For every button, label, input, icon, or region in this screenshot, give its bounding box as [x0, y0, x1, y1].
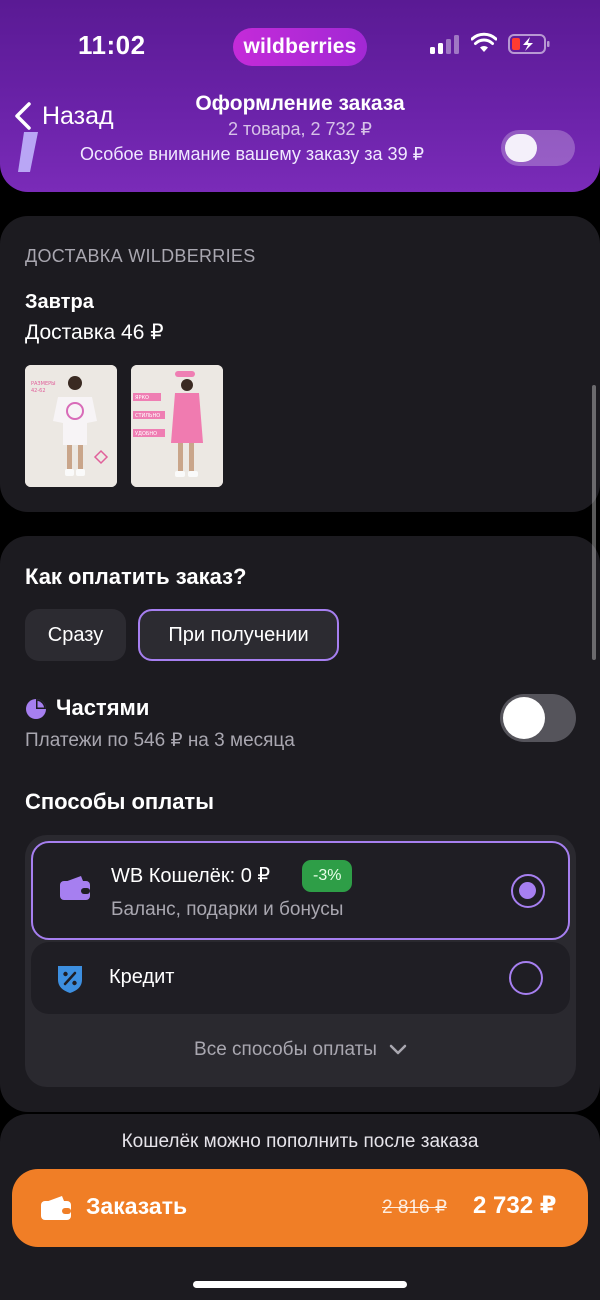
product-thumb-pink-dress[interactable]: ЯРКО СТИЛЬНО УДОБНО — [131, 365, 223, 487]
pie-chart-icon — [26, 699, 46, 719]
wb-wallet-radio[interactable] — [511, 874, 545, 908]
cellular-signal-icon — [430, 34, 460, 54]
credit-percent-shield-icon — [58, 966, 82, 993]
payment-methods-list: WB Кошелёк: 0 ₽ -3% Баланс, подарки и бо… — [25, 835, 576, 1087]
wifi-icon — [471, 32, 497, 52]
payment-card: Как оплатить заказ? Сразу При получении … — [0, 536, 600, 1112]
toggle-knob — [503, 697, 545, 739]
promo-label-line3: УДОБНО — [135, 431, 157, 437]
all-payment-methods-button[interactable]: Все способы оплаты — [25, 1039, 576, 1061]
payment-methods-title: Способы оплаты — [25, 789, 214, 814]
product-photo: РАЗМЕРЫ 42-62 — [25, 365, 117, 487]
delivery-caption: ДОСТАВКА WILDBERRIES — [25, 246, 256, 266]
delivery-day: Завтра — [25, 291, 94, 313]
toggle-knob — [505, 134, 537, 162]
discount-badge: -3% — [302, 860, 353, 892]
checkout-footer: Кошелёк можно пополнить после заказа Зак… — [0, 1114, 600, 1300]
product-thumb-tshirt-dress[interactable]: РАЗМЕРЫ 42-62 — [25, 365, 117, 487]
installments-description: Платежи по 546 ₽ на 3 месяца — [25, 730, 295, 751]
installments-title: Частями — [56, 695, 150, 720]
old-price: 2 816 ₽ — [382, 1197, 447, 1218]
pay-now-option[interactable]: Сразу — [25, 609, 126, 661]
wb-wallet-description: Баланс, подарки и бонусы — [111, 899, 344, 920]
scrollbar[interactable] — [592, 385, 596, 660]
place-order-label: Заказать — [86, 1193, 188, 1219]
delivery-price: Доставка 46 ₽ — [25, 321, 164, 344]
size-label-line1: РАЗМЕРЫ — [31, 381, 56, 387]
brand-logo-pill[interactable]: wildberries — [233, 28, 367, 66]
priority-service-toggle[interactable] — [501, 130, 575, 166]
home-indicator[interactable] — [193, 1281, 407, 1288]
delivery-card: ДОСТАВКА WILDBERRIES Завтра Доставка 46 … — [0, 216, 600, 512]
wallet-topup-note: Кошелёк можно пополнить после заказа — [121, 1131, 479, 1152]
payment-title: Как оплатить заказ? — [25, 564, 247, 589]
wallet-icon — [60, 876, 90, 900]
payment-method-credit[interactable]: Кредит — [31, 942, 570, 1014]
status-time: 11:02 — [78, 30, 146, 60]
priority-stripe-icon — [18, 132, 38, 172]
promo-label-line2: СТИЛЬНО — [135, 413, 160, 419]
status-bar: 11:02 wildberries — [0, 0, 600, 90]
priority-service-row[interactable]: Особое внимание вашему заказу за 39 ₽ — [0, 130, 600, 172]
promo-label-line1: ЯРКО — [135, 395, 149, 401]
size-label-line2: 42-62 — [31, 388, 46, 394]
credit-radio[interactable] — [509, 961, 543, 995]
wb-wallet-label: WB Кошелёк: 0 ₽ — [111, 865, 271, 887]
radio-selected-dot — [519, 882, 536, 899]
priority-service-text: Особое внимание вашему заказу за 39 ₽ — [80, 144, 425, 164]
place-order-button[interactable]: Заказать 2 816 ₽ 2 732 ₽ — [12, 1169, 588, 1247]
credit-label: Кредит — [109, 966, 175, 988]
battery-low-charging-icon — [508, 34, 550, 54]
installments-toggle[interactable] — [500, 694, 576, 742]
pay-on-receipt-option[interactable]: При получении — [138, 609, 339, 661]
chevron-down-icon — [389, 1044, 407, 1055]
wallet-icon — [41, 1196, 71, 1220]
header: 11:02 wildberries Назад Оформление заказ… — [0, 0, 600, 192]
payment-method-wb-wallet[interactable]: WB Кошелёк: 0 ₽ -3% Баланс, подарки и бо… — [31, 841, 570, 940]
all-payment-methods-label: Все способы оплаты — [194, 1039, 377, 1060]
total-price: 2 732 ₽ — [473, 1192, 557, 1219]
product-photo: ЯРКО СТИЛЬНО УДОБНО — [131, 365, 223, 487]
page-title: Оформление заказа — [195, 92, 405, 115]
